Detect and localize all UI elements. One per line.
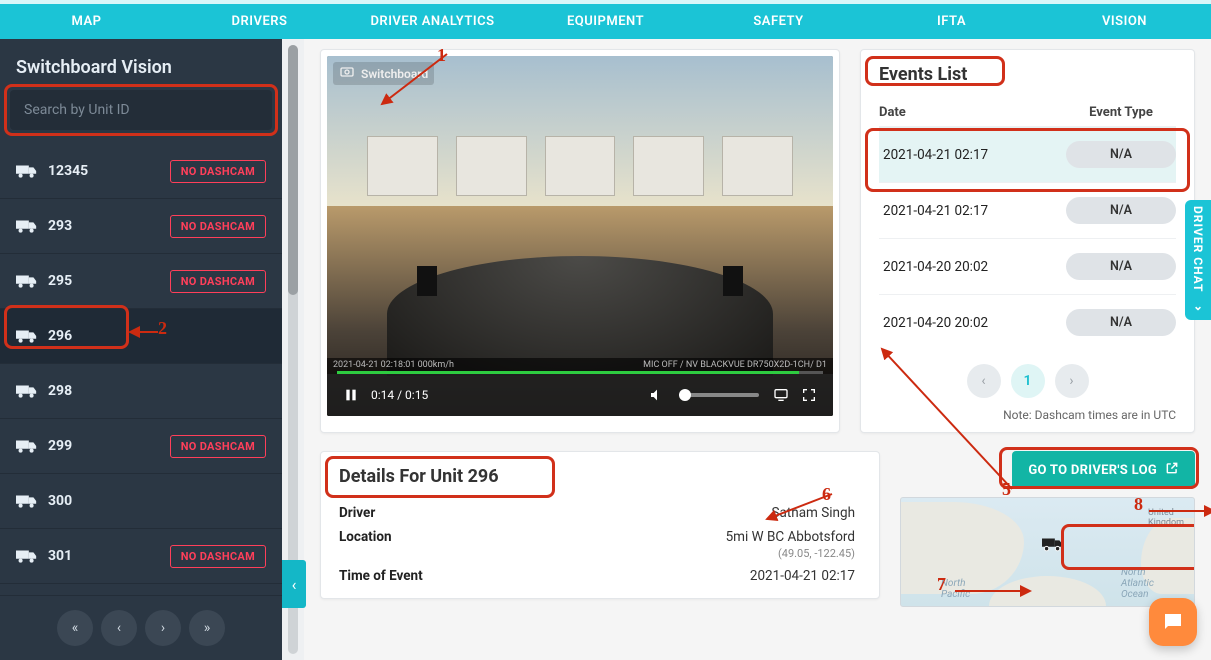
map-label-uk: United Kingdom <box>1148 508 1184 528</box>
unit-id-label: 296 <box>48 328 72 344</box>
unit-id-label: 301 <box>48 548 72 564</box>
video-time-label: 0:14 / 0:15 <box>371 388 428 402</box>
event-type-badge: N/A <box>1066 253 1176 280</box>
event-row[interactable]: 2021-04-21 02:17N/A <box>879 182 1176 238</box>
events-header-type: Event Type <box>1066 105 1176 120</box>
nav-tab-vision[interactable]: VISION <box>1038 14 1211 29</box>
event-type-badge: N/A <box>1066 141 1176 168</box>
event-type-badge: N/A <box>1066 309 1176 336</box>
volume-slider[interactable] <box>679 393 759 397</box>
external-link-icon <box>1165 461 1179 479</box>
camera-icon <box>339 64 355 83</box>
unit-id-label: 12345 <box>48 163 88 179</box>
unit-id-label: 295 <box>48 273 72 289</box>
no-dashcam-badge: NO DASHCAM <box>170 435 266 458</box>
sidebar-unit-300[interactable]: 300 <box>0 474 282 529</box>
events-title: Events List <box>879 64 1176 85</box>
details-location-value: 5mi W BC Abbotsford <box>459 529 861 545</box>
truck-icon <box>16 383 38 399</box>
details-card: Details For Unit 296 Driver Satnam Singh… <box>320 451 880 599</box>
chat-fab-button[interactable] <box>1149 598 1197 646</box>
nav-tab-drivers[interactable]: DRIVERS <box>173 14 346 29</box>
no-dashcam-badge: NO DASHCAM <box>170 215 266 238</box>
pager-first-button[interactable]: « <box>57 610 93 646</box>
events-card: Events List Date Event Type 2021-04-21 0… <box>860 49 1195 433</box>
details-title: Details For Unit 296 <box>339 466 861 487</box>
sidebar-unit-301[interactable]: 301 NO DASHCAM <box>0 529 282 584</box>
sidebar-collapse-button[interactable]: ‹ <box>282 560 306 608</box>
event-type-badge: N/A <box>1066 197 1176 224</box>
details-driver-value: Satnam Singh <box>459 505 861 521</box>
event-row[interactable]: 2021-04-21 02:17N/A <box>879 126 1176 182</box>
details-driver-key: Driver <box>339 505 459 521</box>
event-row[interactable]: 2021-04-20 20:02N/A <box>879 294 1176 350</box>
no-dashcam-badge: NO DASHCAM <box>170 270 266 293</box>
nav-tab-safety[interactable]: SAFETY <box>692 14 865 29</box>
video-brand-label: Switchboard <box>361 67 428 81</box>
event-date: 2021-04-21 02:17 <box>879 203 1066 219</box>
unit-id-label: 293 <box>48 218 72 234</box>
driver-chat-tab[interactable]: DRIVER CHAT ⌄ <box>1185 200 1211 320</box>
map-truck-marker <box>1042 536 1064 556</box>
dashcam-video-card: Switchboard 2021-04-21 02:18:01 000km/h … <box>320 49 840 433</box>
truck-icon <box>16 438 38 454</box>
event-date: 2021-04-20 20:02 <box>879 315 1066 331</box>
unit-id-label: 299 <box>48 438 72 454</box>
nav-tab-ifta[interactable]: IFTA <box>865 14 1038 29</box>
go-to-drivers-log-button[interactable]: GO TO DRIVER'S LOG <box>1012 451 1195 489</box>
map-label-natlantic: North Atlantic Ocean <box>1121 567 1154 600</box>
no-dashcam-badge: NO DASHCAM <box>170 160 266 183</box>
details-time-value: 2021-04-21 02:17 <box>459 568 861 584</box>
events-header-date: Date <box>879 105 1066 120</box>
chevron-down-icon: ⌄ <box>1191 299 1205 314</box>
sidebar-unit-293[interactable]: 293 NO DASHCAM <box>0 199 282 254</box>
sidebar-unit-299[interactable]: 299 NO DASHCAM <box>0 419 282 474</box>
truck-icon <box>16 328 38 344</box>
details-time-key: Time of Event <box>339 568 459 584</box>
unit-list: 12345 NO DASHCAM 293 NO DASHCAM 295 NO DASHCA… <box>0 144 282 595</box>
sidebar-title: Switchboard Vision <box>0 39 282 90</box>
details-location-key: Location <box>339 529 459 545</box>
truck-icon <box>16 273 38 289</box>
pager-last-button[interactable]: » <box>189 610 225 646</box>
details-coords: (49.05, -122.45) <box>459 547 861 560</box>
pager-next-button[interactable]: › <box>145 610 181 646</box>
sidebar: Switchboard Vision 12345 NO DASHCAM 293 NO … <box>0 39 282 660</box>
events-prev-button[interactable]: ‹ <box>967 364 1001 398</box>
nav-tab-equipment[interactable]: EQUIPMENT <box>519 14 692 29</box>
event-row[interactable]: 2021-04-20 20:02N/A <box>879 238 1176 294</box>
map-label-npacific: North Pacific <box>941 578 970 600</box>
no-dashcam-badge: NO DASHCAM <box>170 545 266 568</box>
sidebar-unit-296[interactable]: 296 <box>0 309 282 364</box>
nav-tab-driver-analytics[interactable]: DRIVER ANALYTICS <box>346 14 519 29</box>
truck-icon <box>16 218 38 234</box>
unit-id-label: 300 <box>48 493 72 509</box>
truck-icon <box>16 163 38 179</box>
cast-icon[interactable] <box>767 381 795 409</box>
search-input[interactable] <box>10 90 272 130</box>
events-next-button[interactable]: › <box>1055 364 1089 398</box>
sidebar-pager: « ‹ › » <box>0 595 282 660</box>
truck-icon <box>16 548 38 564</box>
pause-button[interactable] <box>337 381 365 409</box>
event-map[interactable]: North Pacific North Atlantic Ocean Unite… <box>900 497 1195 607</box>
top-nav: MAP DRIVERS DRIVER ANALYTICS EQUIPMENT S… <box>0 4 1211 39</box>
nav-tab-map[interactable]: MAP <box>0 14 173 29</box>
content-area: Switchboard 2021-04-21 02:18:01 000km/h … <box>282 39 1211 660</box>
event-date: 2021-04-20 20:02 <box>879 259 1066 275</box>
volume-icon[interactable] <box>643 381 671 409</box>
unit-id-label: 298 <box>48 383 72 399</box>
sidebar-unit-12345[interactable]: 12345 NO DASHCAM <box>0 144 282 199</box>
sidebar-unit-295[interactable]: 295 NO DASHCAM <box>0 254 282 309</box>
pager-prev-button[interactable]: ‹ <box>101 610 137 646</box>
truck-icon <box>16 493 38 509</box>
sidebar-unit-298[interactable]: 298 <box>0 364 282 419</box>
event-date: 2021-04-21 02:17 <box>879 147 1066 163</box>
events-page-number[interactable]: 1 <box>1011 364 1045 398</box>
events-note: Note: Dashcam times are in UTC <box>879 408 1176 422</box>
dashcam-video[interactable]: Switchboard 2021-04-21 02:18:01 000km/h … <box>327 56 833 416</box>
fullscreen-icon[interactable] <box>795 381 823 409</box>
